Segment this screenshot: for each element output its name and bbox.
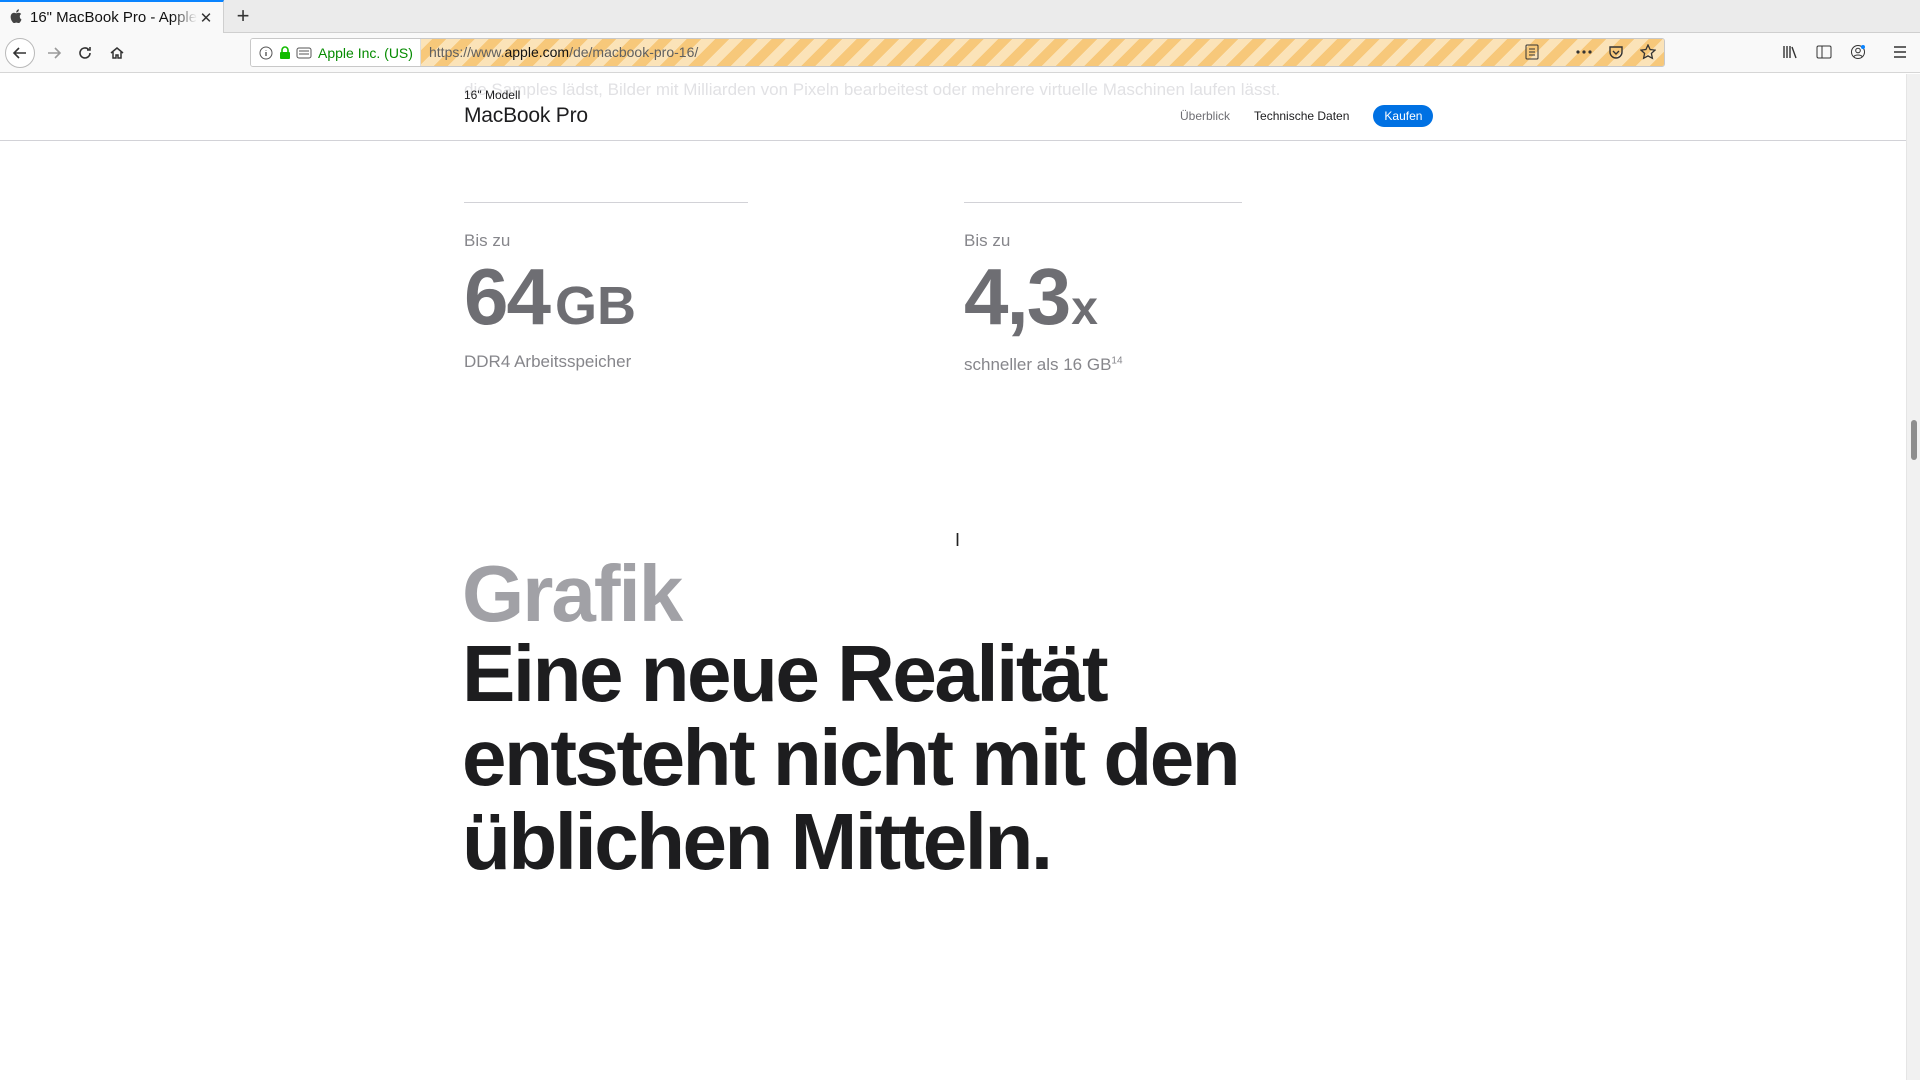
stat-unit: GB — [554, 276, 636, 336]
footnote-link[interactable]: 14 — [1111, 355, 1122, 366]
scrollbar-thumb[interactable] — [1911, 420, 1917, 460]
apple-icon — [10, 9, 26, 26]
stat-description: DDR4 Arbeitsspeicher — [464, 352, 632, 371]
home-icon — [110, 47, 124, 59]
tab-title: 16" MacBook Pro - Apple — [30, 9, 197, 26]
stat-speed: Bis zu 4,3x schneller als 16 GB14 — [964, 202, 1242, 375]
forward-button[interactable] — [40, 39, 68, 67]
page-scrollbar[interactable] — [1906, 74, 1920, 1080]
url-text[interactable]: https://www.apple.com/de/macbook-pro-16/ — [429, 44, 698, 60]
scrolled-behind-text: die Samples lädst, Bilder mit Milliarden… — [464, 80, 1281, 99]
text-cursor-icon: I — [955, 530, 961, 550]
stat-value: 64 GB — [464, 252, 636, 341]
product-eyebrow: 16" Modell — [464, 88, 521, 102]
nav-link-overview[interactable]: Überblick — [1180, 109, 1230, 123]
arrow-right-icon — [48, 47, 62, 59]
home-button[interactable] — [103, 39, 131, 67]
product-title[interactable]: MacBook Pro — [464, 104, 588, 128]
library-icon[interactable] — [1780, 42, 1800, 62]
sidebar-icon[interactable] — [1814, 42, 1834, 62]
stat-unit: x — [1071, 282, 1098, 335]
product-local-nav: die Samples lädst, Bilder mit Milliarden… — [0, 74, 1906, 141]
more-actions-icon[interactable] — [1574, 42, 1594, 62]
section-headline: Eine neue Realität entsteht nicht mit de… — [462, 629, 1241, 886]
info-icon — [259, 46, 273, 59]
stat-prefix: Bis zu — [464, 231, 511, 250]
hamburger-menu-icon[interactable] — [1890, 42, 1910, 62]
reload-icon — [79, 47, 91, 59]
arrow-left-icon — [12, 47, 26, 59]
stat-divider — [964, 202, 1242, 203]
close-tab-icon[interactable]: ✕ — [197, 9, 215, 27]
bookmark-star-icon[interactable] — [1638, 42, 1658, 62]
navigation-toolbar: Apple Inc. (US) https://www.apple.com/de… — [0, 33, 1920, 73]
account-icon[interactable] — [1848, 42, 1868, 62]
back-button[interactable] — [5, 38, 35, 68]
stat-description: schneller als 16 GB14 — [964, 355, 1123, 374]
nav-link-tech-specs[interactable]: Technische Daten — [1254, 109, 1349, 123]
tracking-protection-icon — [296, 47, 312, 58]
section-eyebrow: Grafik — [462, 549, 683, 638]
pocket-icon[interactable] — [1606, 42, 1626, 62]
stat-divider — [464, 202, 748, 203]
site-identity[interactable]: Apple Inc. (US) — [251, 39, 421, 66]
browser-tab[interactable]: 16" MacBook Pro - Apple ✕ — [0, 0, 224, 33]
identity-org: Apple Inc. (US) — [318, 44, 413, 61]
tab-bar: 16" MacBook Pro - Apple ✕ + — [0, 0, 1920, 33]
lock-icon — [280, 45, 290, 59]
new-tab-button[interactable]: + — [230, 3, 256, 29]
reader-view-icon[interactable] — [1522, 42, 1542, 62]
buy-button[interactable]: Kaufen — [1373, 105, 1434, 127]
url-bar[interactable]: Apple Inc. (US) https://www.apple.com/de… — [250, 38, 1665, 67]
reload-button[interactable] — [71, 39, 99, 67]
stat-prefix: Bis zu — [964, 231, 1011, 250]
stat-value: 4,3x — [964, 252, 1098, 341]
stat-memory: Bis zu 64 GB DDR4 Arbeitsspeicher — [464, 202, 748, 372]
